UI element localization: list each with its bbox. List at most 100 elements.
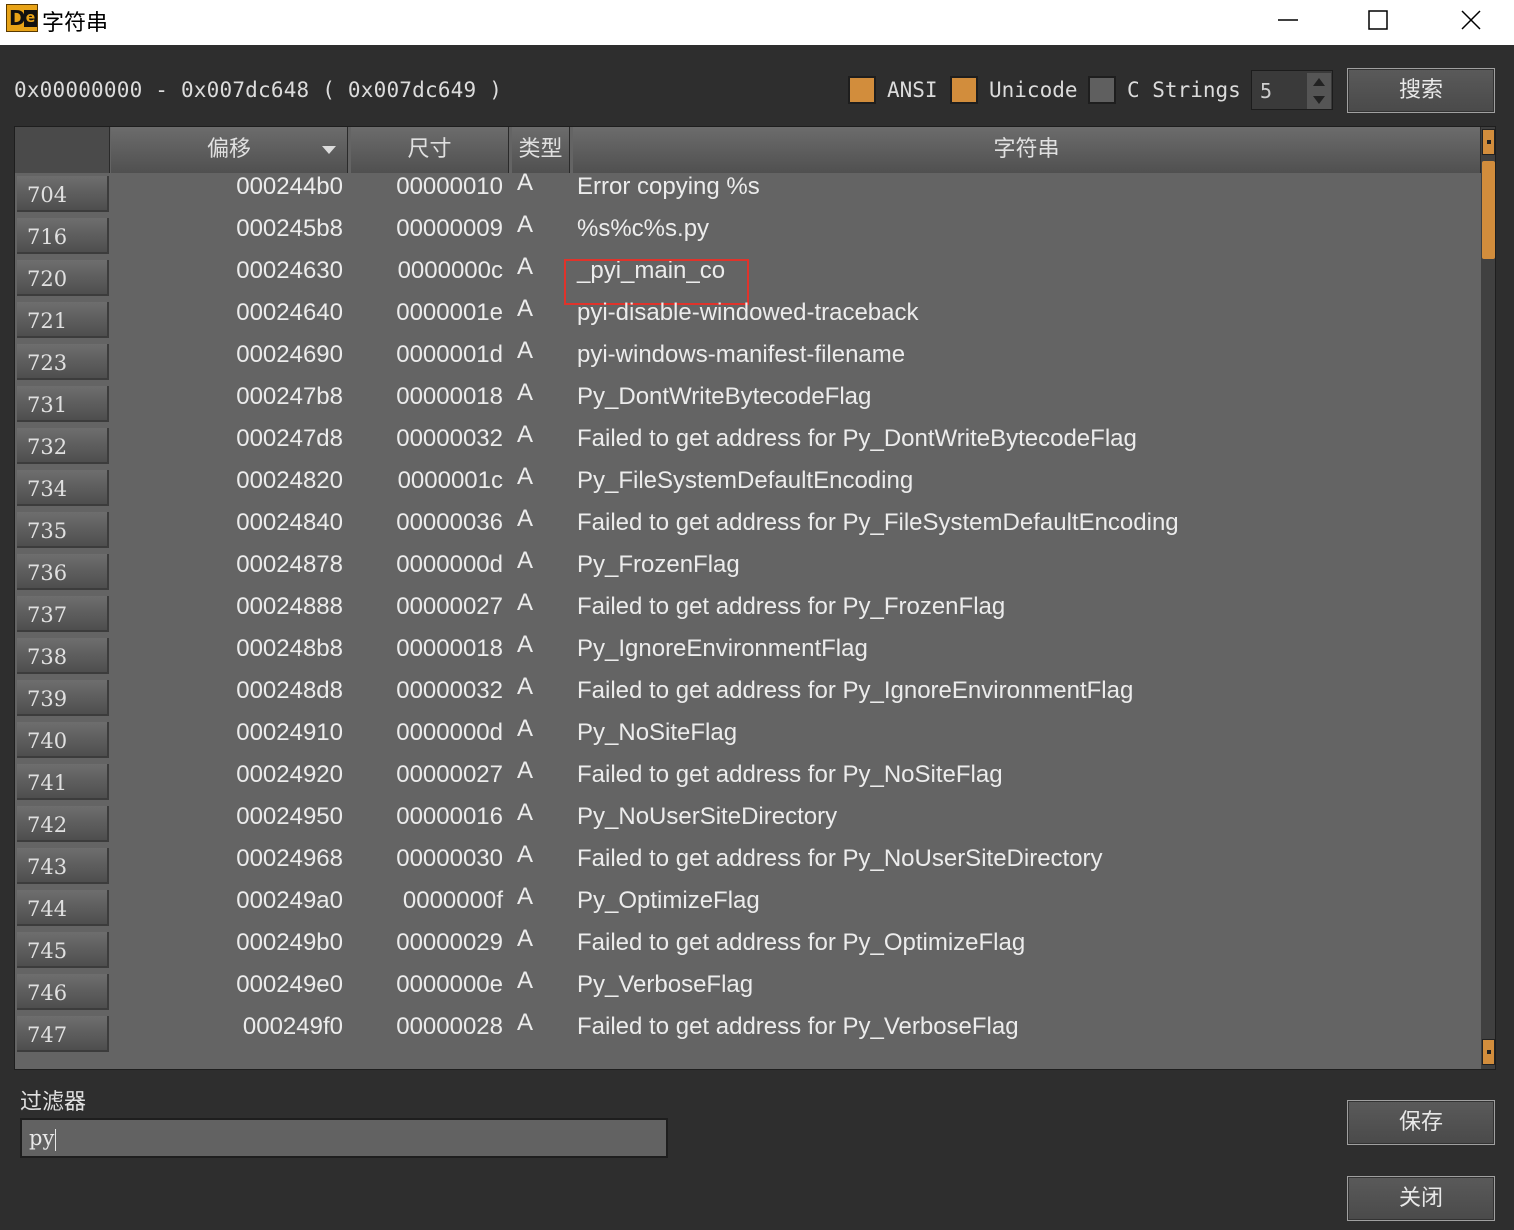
cell-size: 0000001d [396,341,503,368]
cell-string: Failed to get address for Py_VerboseFlag [577,1013,1019,1040]
scroll-thumb[interactable] [1482,161,1495,259]
cell-offset: 00024920 [236,761,343,788]
table-row[interactable]: 742 00024950 00000016 A Py_NoUserSiteDirecto… [15,799,1481,845]
table-row[interactable]: 721 00024640 0000001e Apyi-disable-windowed… [15,295,1481,341]
table-row[interactable]: 734 00024820 0000001c A Py_FileSystemDefault… [15,463,1481,509]
unicode-checkbox[interactable] [950,76,978,104]
cell-string: Failed to get address for Py_FileSystemD… [577,509,1179,536]
row-number: 704 [17,176,109,212]
strings-table: 偏移 尺寸 类型 字符串 704 000244b0 00000010 A Error c… [14,126,1496,1070]
table-row[interactable]: 737 00024888 00000027 A Failed to get addres… [15,589,1481,635]
table-row[interactable]: 741 00024920 00000027 A Failed to get addres… [15,757,1481,803]
cell-offset: 000247b8 [236,383,343,410]
row-number: 732 [17,428,109,464]
min-length-value[interactable]: 5 [1260,79,1272,103]
cell-size: 00000027 [396,761,503,788]
cell-type: A [517,463,534,490]
cell-string: pyi-disable-windowed-traceback [577,299,919,326]
table-row[interactable]: 731 000247b8 00000018 A Py_DontWriteBytecode… [15,379,1481,425]
row-number: 746 [17,974,109,1010]
row-number: 740 [17,722,109,758]
row-number: 737 [17,596,109,632]
table-row[interactable]: 743 00024968 00000030 A Failed to get addres… [15,841,1481,887]
table-row[interactable]: 744 000249a0 0000000f A Py_OptimizeFlag [15,883,1481,929]
table-row[interactable]: 745 000249b0 00000029 A Failed to get addres… [15,925,1481,971]
filter-input[interactable]: py [20,1118,668,1158]
cstrings-checkbox[interactable] [1088,76,1116,104]
cell-type: A [517,925,534,952]
cell-size: 0000000d [396,551,503,578]
cell-type: A [517,253,534,280]
cell-string: Py_NoUserSiteDirectory [577,803,838,830]
minimize-icon [1278,19,1298,21]
cell-size: 00000032 [396,425,503,452]
cell-offset: 000247d8 [236,425,343,452]
cell-offset: 00024630 [236,257,343,284]
cell-size: 0000000c [397,257,503,284]
filter-label: 过滤器 [20,1090,87,1115]
cell-string: Failed to get address for Py_NoUserSiteD… [577,845,1103,872]
table-row[interactable]: 716 000245b8 00000009 A %s%c%s.py [15,211,1481,257]
spin-up-button[interactable] [1307,73,1331,91]
table-row[interactable]: 747 000249f0 00000028 A Failed to get addres… [15,1009,1481,1055]
table-row[interactable]: 723 00024690 0000001d Apyi-windows-manifest… [15,337,1481,383]
cell-type: A [517,295,534,322]
close-button[interactable]: 关闭 [1347,1176,1495,1221]
column-header-size[interactable]: 尺寸 [351,127,509,173]
table-corner[interactable] [15,127,110,173]
app-logo-icon: De [6,4,38,32]
maximize-button[interactable] [1348,0,1408,40]
row-number: 734 [17,470,109,506]
chevron-down-icon [1313,96,1325,104]
cell-size: 00000018 [396,383,503,410]
cell-string: Py_VerboseFlag [577,971,754,998]
cell-string: Py_FileSystemDefaultEncoding [577,467,914,494]
search-button[interactable]: 搜索 [1347,68,1495,113]
cell-offset: 00024950 [236,803,343,830]
maximize-icon [1368,10,1388,30]
table-row[interactable]: 720 00024630 0000000c A _pyi_main_co [15,253,1481,305]
cell-size: 00000028 [396,1013,503,1040]
cell-offset: 000245b8 [236,215,343,242]
scroll-up-button[interactable] [1482,129,1495,155]
column-header-string[interactable]: 字符串 [573,127,1481,173]
cell-size: 00000029 [396,929,503,956]
ansi-checkbox[interactable] [848,76,876,104]
unicode-label: Unicode [989,78,1078,102]
cell-size: 00000032 [396,677,503,704]
cell-size: 00000009 [396,215,503,242]
row-number: 716 [17,218,109,254]
table-row[interactable]: 740 00024910 0000000d A Py_NoSiteFlag [15,715,1481,761]
column-header-type[interactable]: 类型 [512,127,570,173]
close-window-button[interactable] [1441,0,1501,40]
table-row[interactable]: 746 000249e0 0000000e A Py_VerboseFlag [15,967,1481,1013]
cell-type: A [517,1009,534,1036]
table-row[interactable]: 739 000248d8 00000032 A Failed to get addres… [15,673,1481,719]
scroll-down-button[interactable] [1482,1039,1495,1065]
row-number: 747 [17,1016,109,1052]
column-header-offset[interactable]: 偏移 [111,127,348,173]
cell-type: A [517,337,534,364]
cell-type: A [517,379,534,406]
cell-string: Failed to get address for Py_FrozenFlag [577,593,1006,620]
cell-size: 00000018 [396,635,503,662]
cell-offset: 00024878 [236,551,343,578]
minimize-button[interactable] [1258,0,1318,40]
min-length-spinbox[interactable]: 5 [1251,70,1333,110]
table-row[interactable]: 735 00024840 00000036 A Failed to get addres… [15,505,1481,551]
table-row[interactable]: 732 000247d8 00000032 A Failed to get addres… [15,421,1481,467]
cell-size: 0000000e [396,971,503,998]
cell-type: A [517,967,534,994]
ansi-label: ANSI [887,78,938,102]
cell-string: Py_FrozenFlag [577,551,740,578]
cell-size: 0000001e [396,299,503,326]
table-row[interactable]: 704 000244b0 00000010 A Error copying %s [15,173,1481,215]
table-row[interactable]: 738 000248b8 00000018 A Py_IgnoreEnvironment… [15,631,1481,677]
cell-offset: 00024820 [236,467,343,494]
save-button[interactable]: 保存 [1347,1100,1495,1145]
cell-string: %s%c%s.py [577,215,710,242]
table-row[interactable]: 736 00024878 0000000d A Py_FrozenFlag [15,547,1481,593]
column-header-offset-label: 偏移 [206,137,251,162]
vertical-scrollbar[interactable] [1481,127,1495,1069]
spin-down-button[interactable] [1307,91,1331,109]
